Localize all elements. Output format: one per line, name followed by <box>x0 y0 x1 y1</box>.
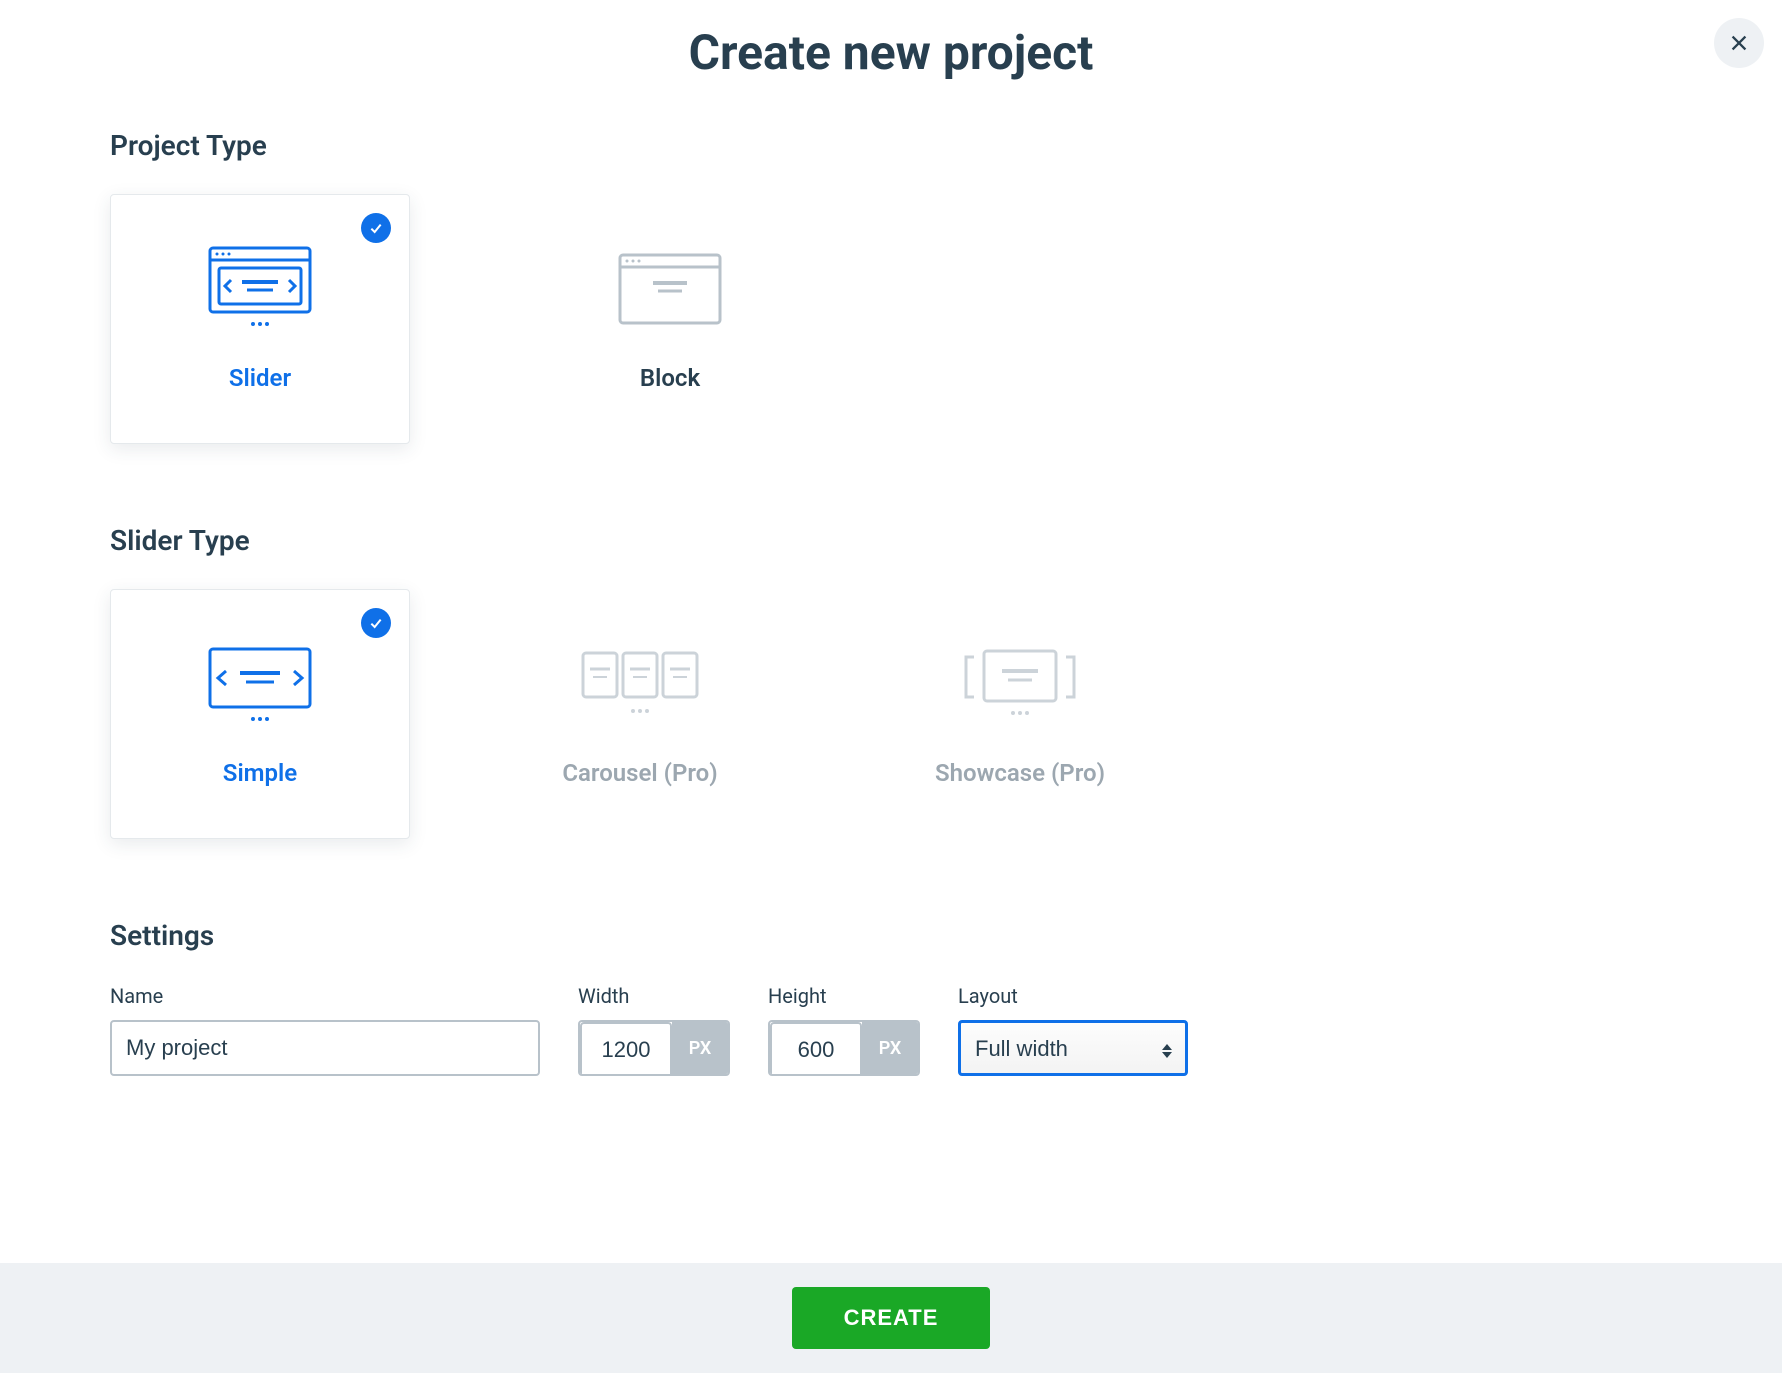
height-input[interactable] <box>770 1022 862 1076</box>
slider-type-heading: Slider Type <box>110 524 1672 557</box>
close-button[interactable] <box>1714 18 1764 68</box>
settings-heading: Settings <box>110 919 1672 952</box>
modal-title: Create new project <box>110 24 1672 81</box>
width-label: Width <box>578 984 730 1008</box>
check-icon <box>368 615 384 631</box>
name-field-group: Name <box>110 984 540 1076</box>
project-type-options: Slider Block <box>110 194 1672 444</box>
height-unit: PX <box>862 1022 918 1074</box>
showcase-icon <box>960 641 1080 731</box>
card-label: Block <box>640 364 700 392</box>
card-label: Showcase (Pro) <box>935 759 1105 787</box>
create-project-modal: Create new project Project Type <box>0 0 1782 1373</box>
settings-row: Name Width PX Height PX Layout <box>110 984 1672 1076</box>
height-input-wrap: PX <box>768 1020 920 1076</box>
project-type-slider[interactable]: Slider <box>110 194 410 444</box>
card-label: Simple <box>223 759 297 787</box>
slider-type-showcase[interactable]: Showcase (Pro) <box>870 589 1170 839</box>
carousel-icon <box>575 641 705 731</box>
width-input[interactable] <box>580 1022 672 1076</box>
height-field-group: Height PX <box>768 984 920 1076</box>
width-unit: PX <box>672 1022 728 1074</box>
layout-field-group: Layout Full width <box>958 984 1188 1076</box>
layout-select[interactable]: Full width <box>958 1020 1188 1076</box>
card-label: Slider <box>229 364 291 392</box>
layout-label: Layout <box>958 984 1188 1008</box>
width-field-group: Width PX <box>578 984 730 1076</box>
width-input-wrap: PX <box>578 1020 730 1076</box>
slider-type-simple[interactable]: Simple <box>110 589 410 839</box>
close-icon <box>1728 32 1750 54</box>
selected-badge <box>361 608 391 638</box>
simple-slider-icon <box>200 641 320 731</box>
block-icon <box>615 246 725 336</box>
slider-type-carousel[interactable]: Carousel (Pro) <box>490 589 790 839</box>
check-icon <box>368 220 384 236</box>
height-label: Height <box>768 984 920 1008</box>
project-type-block[interactable]: Block <box>520 194 820 444</box>
project-type-heading: Project Type <box>110 129 1672 162</box>
name-label: Name <box>110 984 540 1008</box>
selected-badge <box>361 213 391 243</box>
create-button[interactable]: CREATE <box>792 1287 991 1349</box>
slider-icon <box>205 246 315 336</box>
card-label: Carousel (Pro) <box>562 759 717 787</box>
modal-footer: CREATE <box>0 1263 1782 1373</box>
slider-type-options: Simple <box>110 589 1672 839</box>
name-input[interactable] <box>110 1020 540 1076</box>
